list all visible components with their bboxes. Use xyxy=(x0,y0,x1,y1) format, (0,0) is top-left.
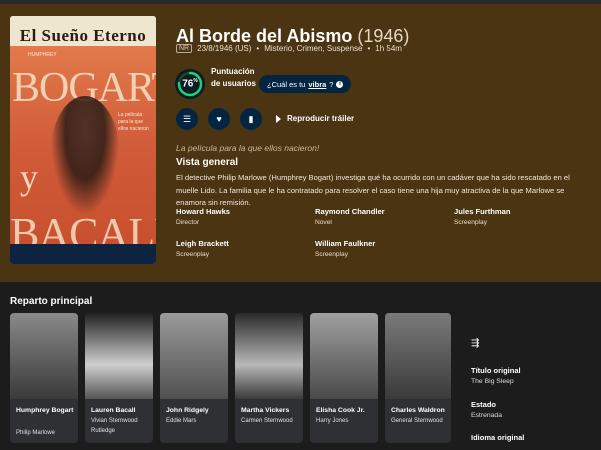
play-icon xyxy=(276,114,281,123)
cast-character: Vivian Sternwood Rutledge xyxy=(91,418,138,434)
cast-card[interactable]: Elisha Cook Jr. Harry Jones xyxy=(310,313,378,443)
crew-member: William Faulkner Screenplay xyxy=(315,238,445,260)
cast-photo[interactable] xyxy=(85,313,153,399)
poster-couple-figure xyxy=(50,96,120,216)
crew-member: Howard Hawks Director xyxy=(176,206,306,228)
poster-small-label: HUMPHREY xyxy=(28,52,57,58)
original-title-label: Título original xyxy=(471,366,521,375)
poster-tagline-text: La película para la que ellos nacieron xyxy=(118,112,149,132)
cast-name[interactable]: Lauren Bacall xyxy=(91,405,151,416)
crew-name[interactable]: Leigh Brackett xyxy=(176,238,306,249)
crew-member: Jules Furthman Screenplay xyxy=(454,206,584,228)
watchlist-button[interactable]: ▮ xyxy=(240,108,262,130)
info-icon[interactable]: i xyxy=(336,80,344,88)
list-icon: ☰ xyxy=(182,113,192,124)
bullet-separator: • xyxy=(367,44,371,53)
crew-role: Screenplay xyxy=(176,251,209,258)
movie-title[interactable]: Al Borde del Abismo xyxy=(176,26,352,46)
play-trailer-button[interactable]: Reproducir tráiler xyxy=(276,114,354,123)
status-label: Estado xyxy=(471,400,497,409)
cast-photo[interactable] xyxy=(310,313,378,399)
crew-name[interactable]: Howard Hawks xyxy=(176,206,306,217)
crew-name[interactable]: William Faulkner xyxy=(315,238,445,249)
movie-facts: NR 23/8/1946 (US) • Misterio, Crimen, Su… xyxy=(176,44,402,53)
cast-character: Eddie Mars xyxy=(166,418,197,424)
original-title-value: The Big Sleep xyxy=(471,378,514,385)
cast-card[interactable]: John Ridgely Eddie Mars xyxy=(160,313,228,443)
cast-name[interactable]: Elisha Cook Jr. xyxy=(316,405,376,416)
status-value: Estrenada xyxy=(471,412,502,419)
movie-poster[interactable]: El Sueño Eterno HUMPHREY BOGART y La pel… xyxy=(10,16,156,264)
original-language-label: Idioma original xyxy=(471,433,525,442)
poster-title: El Sueño Eterno xyxy=(19,26,147,45)
play-trailer-label: Reproducir tráiler xyxy=(287,114,355,123)
cast-character: Philip Marlowe xyxy=(16,430,56,436)
crew-name[interactable]: Raymond Chandler xyxy=(315,206,445,217)
certification-badge: NR xyxy=(176,44,193,53)
add-to-list-button[interactable]: ☰ xyxy=(176,108,198,130)
vibe-suffix: ? xyxy=(329,79,334,89)
cast-photo[interactable] xyxy=(10,313,78,399)
crew-role: Director xyxy=(176,219,200,226)
crew-role: Screenplay xyxy=(315,251,348,258)
vibe-prefix: ¿Cuál es tu xyxy=(267,79,306,89)
genres[interactable]: Misterio, Crimen, Suspense xyxy=(264,44,362,53)
user-score-value: 76% xyxy=(182,78,198,90)
cast-character: Harry Jones xyxy=(316,418,349,424)
bookmark-icon: ▮ xyxy=(248,113,254,124)
crew-role: Screenplay xyxy=(454,219,487,226)
crew-name[interactable]: Jules Furthman xyxy=(454,206,584,217)
poster-bottom-band xyxy=(10,244,156,264)
cast-card[interactable]: Lauren Bacall Vivian Sternwood Rutledge xyxy=(85,313,153,443)
cast-card[interactable]: Charles Waldron General Sternwood xyxy=(385,313,451,443)
cast-photo[interactable] xyxy=(235,313,303,399)
heart-icon: ♥ xyxy=(216,114,222,124)
cast-name[interactable]: John Ridgely xyxy=(166,405,226,416)
cast-heading: Reparto principal xyxy=(10,296,93,307)
overview-heading: Vista general xyxy=(176,157,239,168)
poster-big-text-mid: y xyxy=(20,157,38,197)
cast-name[interactable]: Charles Waldron xyxy=(391,405,449,416)
crew-member: Leigh Brackett Screenplay xyxy=(176,238,306,260)
bullet-separator: • xyxy=(256,44,260,53)
vibe-link[interactable]: vibra xyxy=(308,80,326,89)
crew-member: Raymond Chandler Novel xyxy=(315,206,445,228)
vibe-button[interactable]: ¿Cuál es tu vibra? i xyxy=(259,75,352,93)
overview-text: El detective Philip Marlowe (Humphrey Bo… xyxy=(176,173,570,207)
movie-year: (1946) xyxy=(357,26,410,46)
user-score-label: Puntuación de usuarios xyxy=(211,67,256,88)
user-score-chart[interactable]: 76% xyxy=(175,69,205,99)
tagline: La película para la que ellos nacieron! xyxy=(176,143,320,153)
runtime: 1h 54m xyxy=(375,44,402,53)
cast-photo[interactable] xyxy=(160,313,228,399)
release-date: 23/8/1946 (US) xyxy=(197,44,252,53)
cast-name[interactable]: Martha Vickers xyxy=(241,405,301,416)
cast-character: General Sternwood xyxy=(391,418,443,424)
favorite-button[interactable]: ♥ xyxy=(208,108,230,130)
cast-character: Carmen Sternwood xyxy=(241,418,293,424)
cast-card[interactable]: Humphrey Bogart Philip Marlowe xyxy=(10,313,78,443)
cast-name[interactable]: Humphrey Bogart xyxy=(16,405,76,416)
cast-photo[interactable] xyxy=(385,313,451,399)
cast-card[interactable]: Martha Vickers Carmen Sternwood xyxy=(235,313,303,443)
social-links-icon[interactable]: ⇶ xyxy=(471,338,479,349)
crew-role: Novel xyxy=(315,219,332,226)
